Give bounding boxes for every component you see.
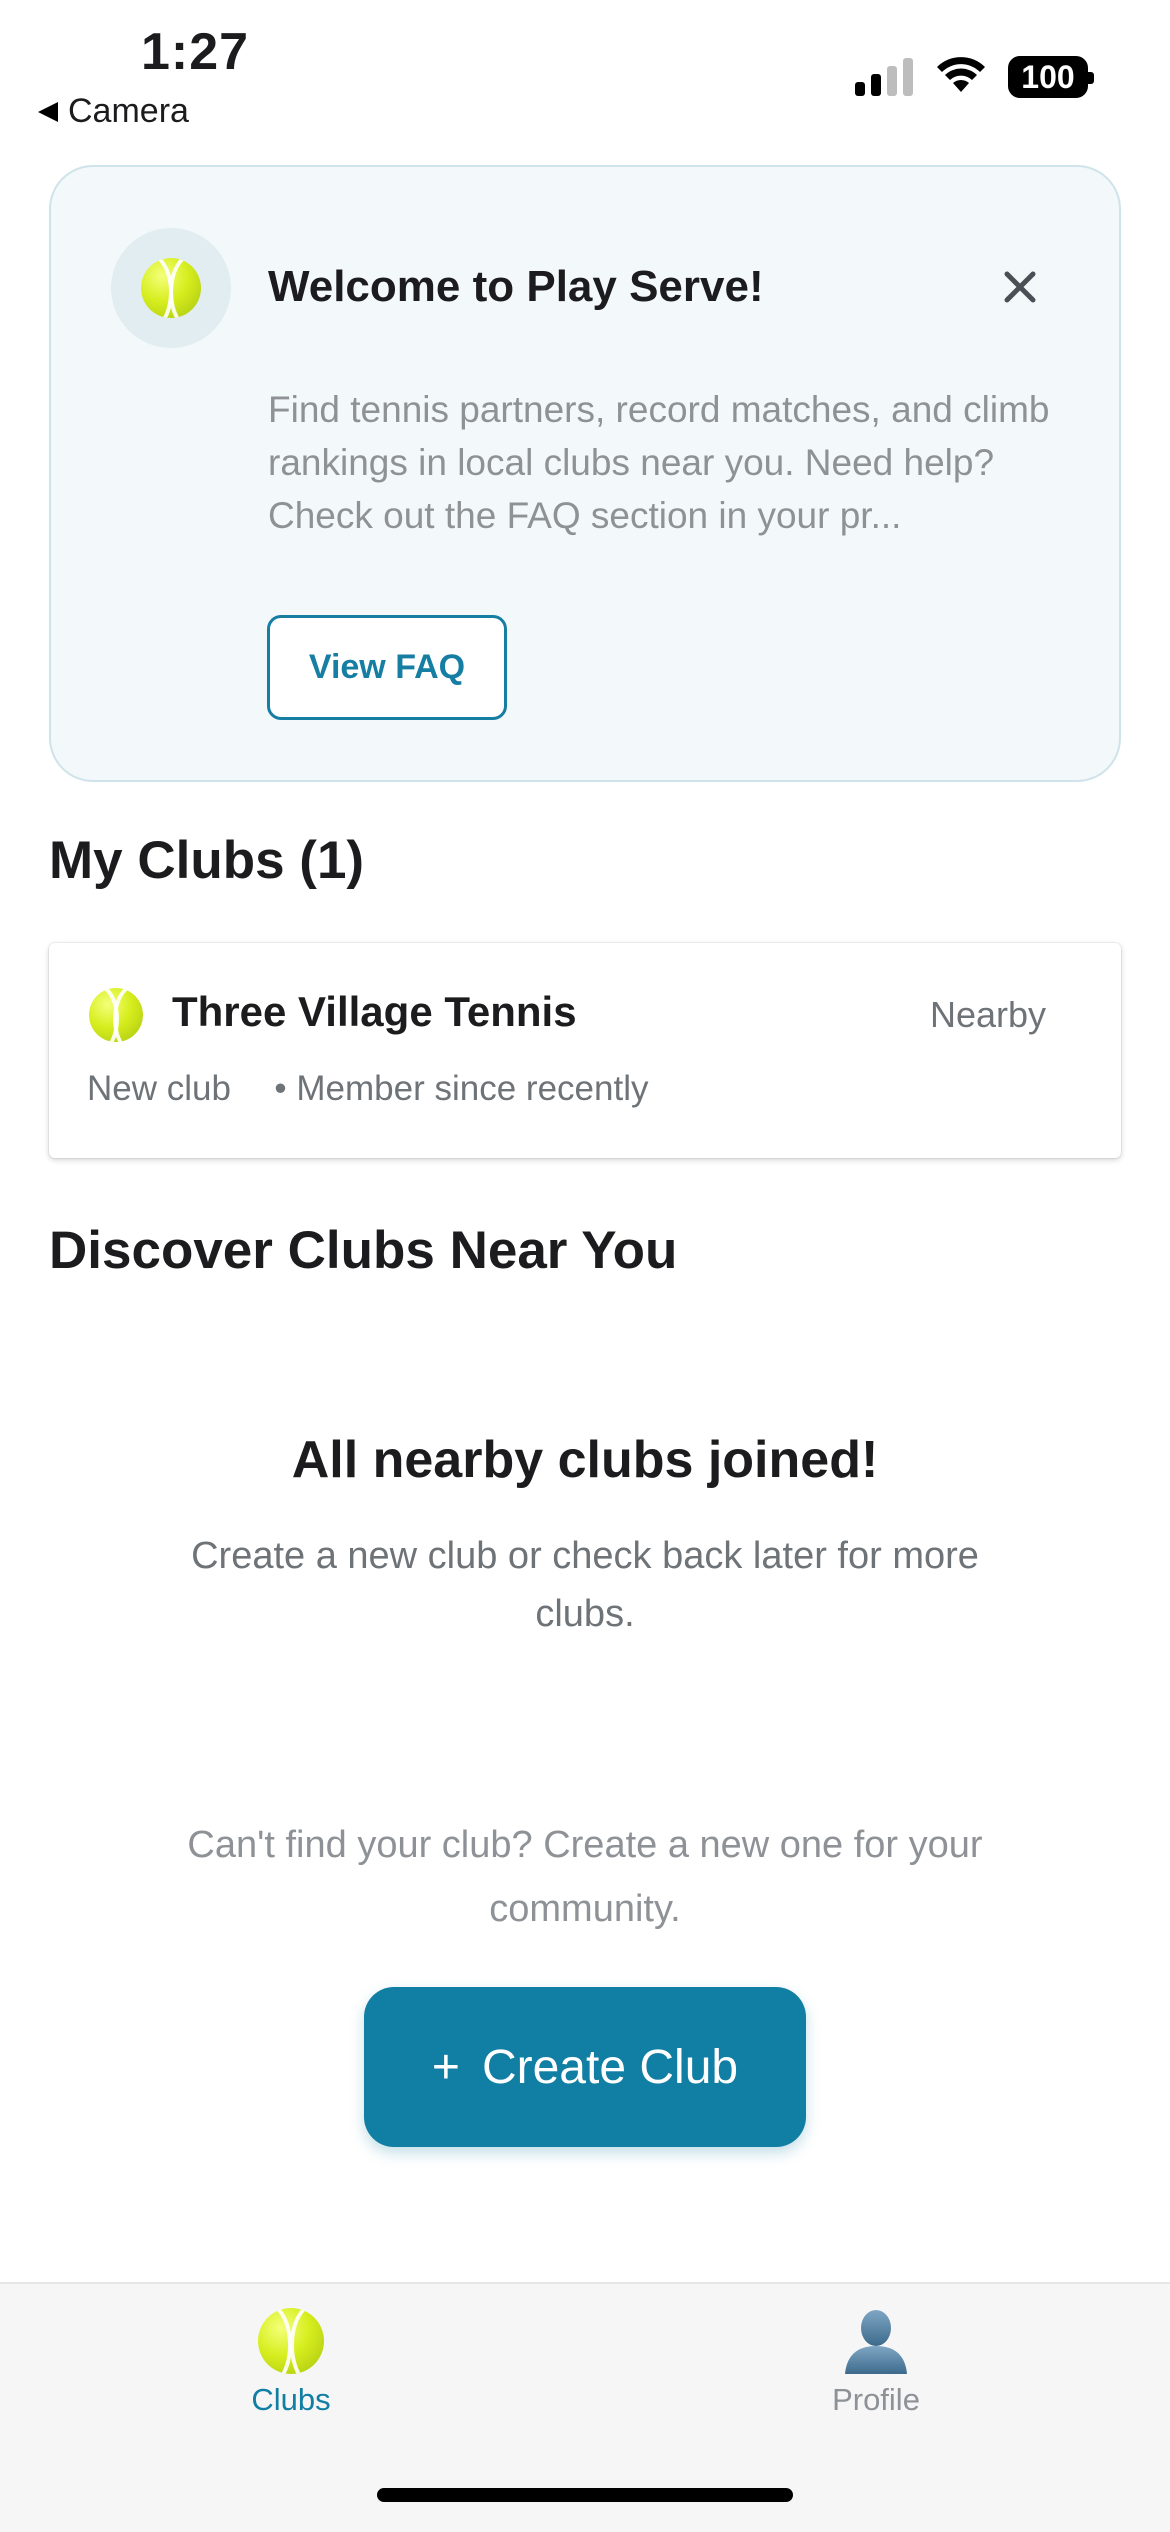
club-status: New club: [87, 1069, 231, 1108]
tab-profile-label: Profile: [832, 2382, 920, 2417]
wifi-icon: [937, 57, 985, 92]
battery-icon: 100: [1008, 56, 1094, 98]
person-icon: [845, 2310, 907, 2374]
club-distance: Nearby: [930, 994, 1047, 1035]
club-member-since: • Member since recently: [274, 1069, 649, 1108]
club-meta: New club • Member since recently: [87, 1069, 648, 1109]
create-club-label: Create Club: [481, 2040, 739, 2094]
welcome-description: Find tennis partners, record matches, an…: [268, 389, 1050, 536]
tab-clubs-label: Clubs: [251, 2382, 331, 2417]
plus-icon: +: [431, 2040, 460, 2094]
empty-state-title: All nearby clubs joined!: [291, 1431, 879, 1489]
tennis-ball-icon: [89, 988, 143, 1042]
create-club-button[interactable]: + Create Club: [364, 1987, 806, 2147]
my-clubs-heading: My Clubs (1): [49, 831, 365, 890]
welcome-icon-badge: [111, 228, 231, 348]
club-card[interactable]: [49, 943, 1121, 1158]
status-time: 1:27: [141, 23, 250, 81]
create-club-prompt: Can't find your club? Create a new one f…: [187, 1824, 983, 1930]
view-faq-button[interactable]: View FAQ: [267, 615, 507, 720]
close-icon[interactable]: [995, 262, 1045, 312]
tennis-ball-icon: [258, 2308, 324, 2374]
tab-profile[interactable]: Profile: [816, 2308, 936, 2418]
home-indicator[interactable]: [377, 2488, 793, 2502]
welcome-title: Welcome to Play Serve!: [268, 262, 764, 311]
back-to-camera-link[interactable]: Camera: [38, 92, 189, 131]
empty-state-text: Create a new club or check back later fo…: [191, 1535, 979, 1635]
tab-clubs[interactable]: Clubs: [231, 2308, 351, 2418]
club-name: Three Village Tennis: [172, 988, 577, 1035]
back-arrow-icon: [38, 101, 58, 122]
tennis-ball-icon: [141, 258, 201, 318]
cellular-signal-icon: [855, 58, 913, 96]
back-label: Camera: [68, 92, 189, 130]
discover-heading: Discover Clubs Near You: [49, 1221, 678, 1280]
battery-level: 100: [1021, 58, 1075, 95]
